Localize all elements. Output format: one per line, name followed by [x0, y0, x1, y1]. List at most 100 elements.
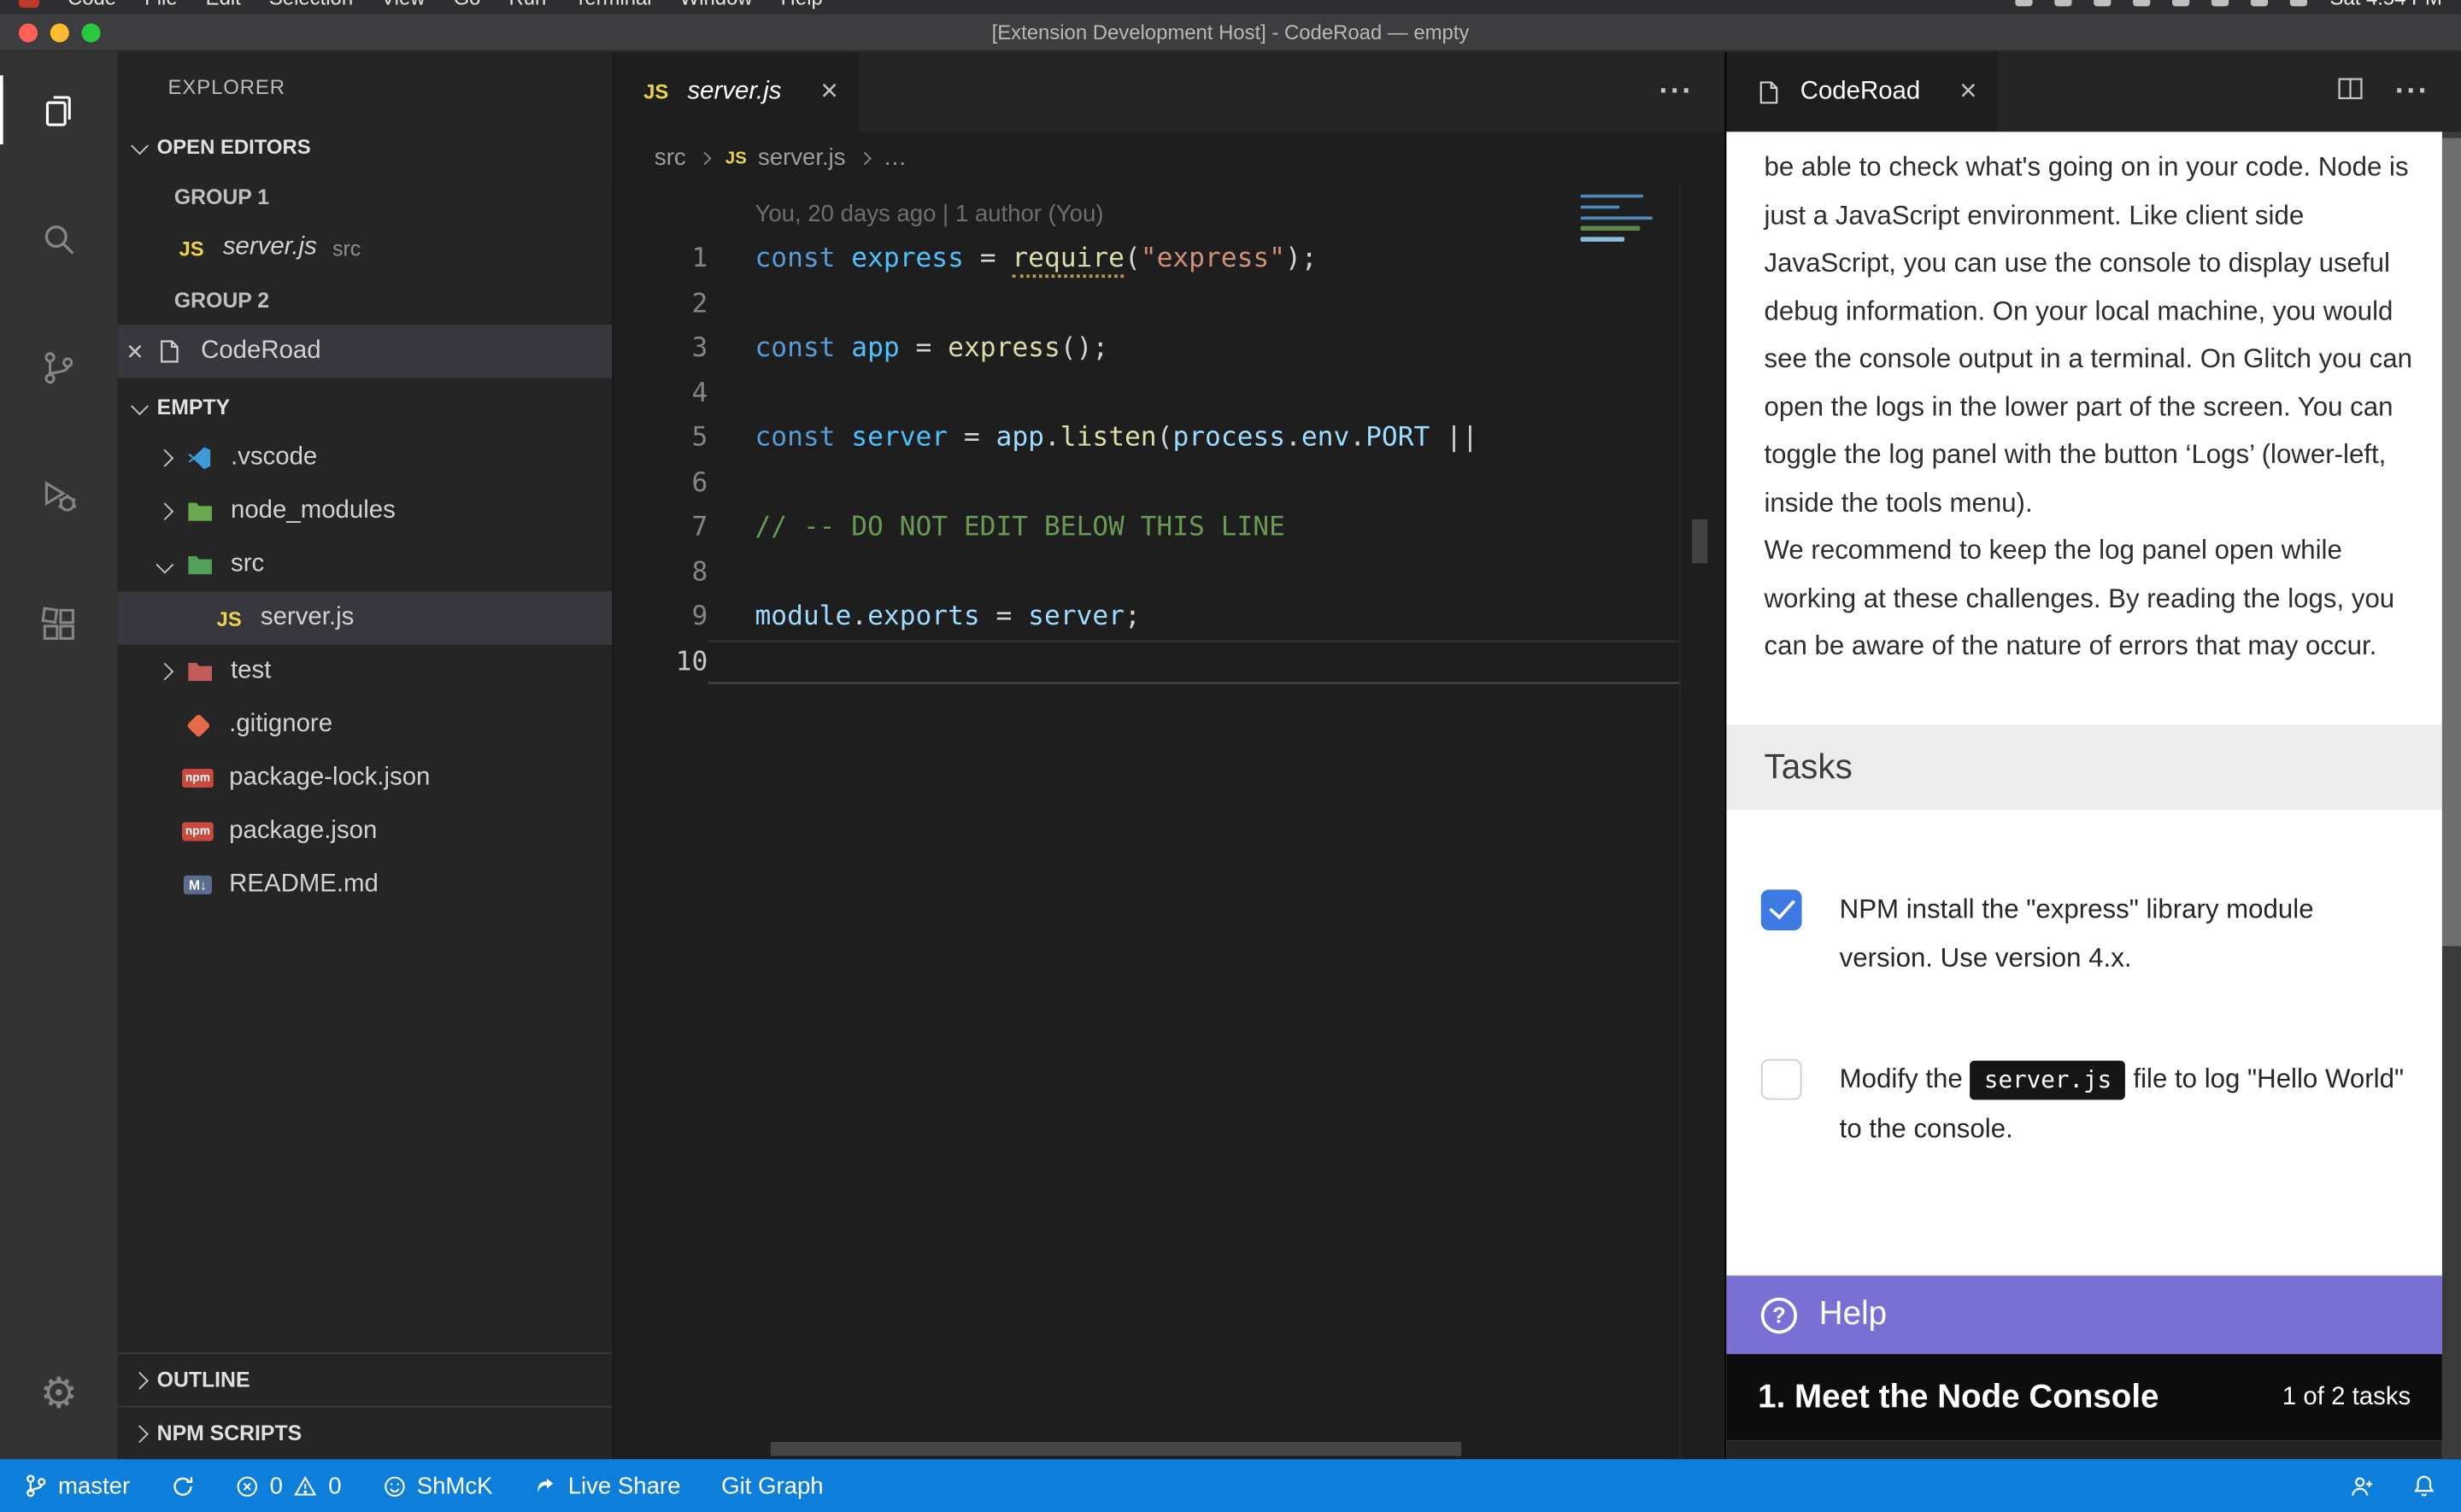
tree-item-node-modules[interactable]: node_modules [118, 485, 613, 538]
editor-scrollbar[interactable] [1679, 184, 1724, 1459]
section-label: OUTLINE [157, 1368, 250, 1392]
code-line[interactable]: module.exports = server; [708, 595, 1681, 639]
tab-coderoad[interactable]: CodeRoad × [1726, 52, 1997, 132]
horizontal-scrollbar[interactable] [771, 1442, 1461, 1456]
status-item-problems[interactable]: 00 [235, 1473, 341, 1499]
code-line[interactable] [708, 371, 1681, 415]
webview-scrollbar-track[interactable] [2442, 132, 2461, 1459]
menubar-status-icon[interactable] [2094, 0, 2112, 5]
open-editors-header[interactable]: OPEN EDITORS [118, 120, 613, 171]
activity-explorer[interactable] [0, 72, 118, 147]
code-token: server [851, 422, 948, 454]
line-number[interactable]: 9 [614, 595, 708, 639]
menubar-status-icon[interactable] [2212, 0, 2229, 5]
menu-item-terminal[interactable]: Terminal [574, 0, 651, 9]
line-number[interactable]: 10 [614, 639, 708, 683]
tree-item-test[interactable]: test [118, 645, 613, 698]
code-line[interactable]: const express = require("express"); [708, 237, 1681, 281]
tree-item--gitignore[interactable]: .gitignore [118, 698, 613, 751]
line-number[interactable]: 5 [614, 416, 708, 460]
line-number[interactable]: 2 [614, 282, 708, 326]
close-window-button[interactable] [19, 23, 38, 42]
breadcrumb-item[interactable]: … [884, 144, 907, 171]
line-number[interactable]: 8 [614, 550, 708, 595]
activity-manage[interactable]: ⚙ [0, 1356, 118, 1431]
breadcrumb-item[interactable]: JSserver.js [724, 144, 846, 171]
menubar-status-icon[interactable] [2173, 0, 2190, 5]
menu-item-edit[interactable]: Edit [206, 0, 241, 9]
section-outline[interactable]: OUTLINE [118, 1352, 613, 1405]
activity-extensions[interactable] [0, 587, 118, 662]
more-actions[interactable]: ··· [1659, 76, 1693, 108]
minimap[interactable] [1577, 191, 1669, 249]
status-item-branch[interactable]: master [25, 1473, 130, 1499]
close-editor-icon[interactable]: × [118, 335, 152, 368]
menu-item-view[interactable]: View [381, 0, 425, 9]
code-content[interactable]: You, 20 days ago | 1 author (You) const … [708, 184, 1681, 1459]
menubar-status-icon[interactable] [2291, 0, 2308, 5]
line-number[interactable]: 1 [614, 237, 708, 281]
menu-item-run[interactable]: Run [509, 0, 547, 9]
activity-run-debug[interactable] [0, 458, 118, 533]
status-item-invite-contacts[interactable] [2350, 1474, 2375, 1498]
zoom-window-button[interactable] [82, 23, 101, 42]
more-actions[interactable]: ··· [2395, 76, 2429, 108]
webview-scrollbar-thumb[interactable] [2442, 138, 2461, 946]
menu-item-go[interactable]: Go [454, 0, 481, 9]
line-number[interactable]: 3 [614, 326, 708, 371]
tree-item-server-js[interactable]: JSserver.js [118, 591, 613, 644]
line-number[interactable]: 7 [614, 505, 708, 549]
close-tab-icon[interactable]: × [820, 77, 837, 107]
code-line[interactable] [708, 639, 1681, 683]
menubar-status-icon[interactable] [2252, 0, 2269, 5]
lesson-footer[interactable]: 1. Meet the Node Console 1 of 2 tasks [1726, 1354, 2442, 1440]
open-editor-item[interactable]: JSserver.jssrc [118, 221, 613, 274]
menu-item-file[interactable]: File [144, 0, 177, 9]
section-npm-scripts[interactable]: NPM SCRIPTS [118, 1406, 613, 1459]
menubar-status-icon[interactable] [2055, 0, 2072, 5]
code-line[interactable] [708, 460, 1681, 505]
line-number[interactable]: 6 [614, 460, 708, 505]
activity-source-control[interactable] [0, 330, 118, 405]
status-item-feedback[interactable]: ShMcK [382, 1473, 492, 1499]
code-token: // -- DO NOT EDIT BELOW THIS LINE [755, 512, 1284, 543]
workspace-header[interactable]: EMPTY [118, 381, 613, 431]
code-editor[interactable]: 12345678910 You, 20 days ago | 1 author … [614, 184, 1724, 1459]
split-editor[interactable] [2337, 76, 2364, 108]
tree-item-src[interactable]: src [118, 538, 613, 591]
tree-item--vscode[interactable]: .vscode [118, 431, 613, 484]
chevron-right-icon [156, 663, 173, 681]
menubar-status-icon[interactable] [2016, 0, 2033, 5]
code-line[interactable] [708, 282, 1681, 326]
menu-item-selection[interactable]: Selection [269, 0, 353, 9]
status-item-git-graph[interactable]: Git Graph [721, 1473, 823, 1499]
open-editor-item[interactable]: ×CodeRoad [118, 325, 613, 378]
activity-search[interactable] [0, 201, 118, 276]
line-number-gutter[interactable]: 12345678910 [614, 184, 708, 1459]
help-section[interactable]: ? Help [1726, 1275, 2442, 1354]
minimize-window-button[interactable] [50, 23, 69, 42]
code-line[interactable] [708, 550, 1681, 595]
code-line[interactable]: const server = app.listen(process.env.PO… [708, 416, 1681, 460]
code-line[interactable]: // -- DO NOT EDIT BELOW THIS LINE [708, 505, 1681, 549]
status-item-sync[interactable] [171, 1474, 195, 1498]
status-item-live-share[interactable]: Live Share [533, 1473, 680, 1499]
menu-item-code[interactable]: Code [68, 0, 116, 9]
status-label: 0 [270, 1473, 283, 1499]
line-number[interactable]: 4 [614, 371, 708, 415]
code-token: ( [1157, 422, 1173, 454]
tree-item-readme-md[interactable]: M↓README.md [118, 859, 613, 911]
tab-server-js[interactable]: JS server.js × [614, 52, 858, 132]
status-item-notifications[interactable] [2412, 1474, 2436, 1498]
tree-item-package-lock-json[interactable]: npmpackage-lock.json [118, 752, 613, 805]
breadcrumb-item[interactable]: src [655, 144, 686, 171]
menu-item-help[interactable]: Help [781, 0, 823, 9]
menu-item-window[interactable]: Window [680, 0, 753, 9]
code-line[interactable]: const app = express(); [708, 326, 1681, 371]
tree-item-package-json[interactable]: npmpackage.json [118, 805, 613, 858]
code-token: = [948, 422, 996, 454]
task-checkbox[interactable] [1761, 1058, 1802, 1099]
menubar-status-icon[interactable] [2134, 0, 2151, 5]
task-checkbox[interactable] [1761, 889, 1802, 930]
close-tab-icon[interactable]: × [1959, 77, 1976, 107]
